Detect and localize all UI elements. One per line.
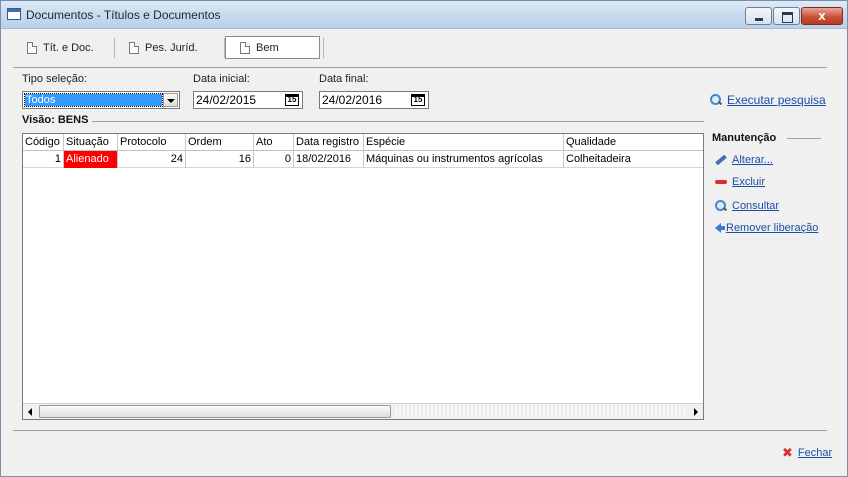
scroll-right-icon[interactable] — [694, 408, 698, 416]
alterar-button[interactable]: Alterar... — [715, 154, 773, 166]
window-icon — [7, 8, 21, 20]
cell-qualidade: Colheitadeira — [566, 153, 631, 165]
pencil-icon — [715, 154, 727, 166]
column-header[interactable]: Ato — [254, 134, 294, 151]
footer-divider — [13, 430, 827, 431]
visao-divider — [92, 121, 704, 122]
close-window-button[interactable]: x — [801, 7, 843, 25]
cell-ato: 0 — [254, 151, 294, 168]
column-header[interactable]: Data registro — [294, 134, 364, 151]
title-bar[interactable]: Documentos - Títulos e Documentos x — [1, 1, 847, 29]
alterar-label: Alterar... — [732, 154, 773, 166]
cell-especie: Máquinas ou instrumentos agrícolas — [364, 151, 564, 168]
remover-liberacao-label: Remover liberação — [726, 222, 819, 234]
data-final-field[interactable]: 24/02/2016 15 — [319, 91, 429, 109]
calendar-icon[interactable]: 15 — [285, 94, 299, 106]
magnifier-icon — [715, 200, 727, 212]
column-header[interactable]: Situação — [64, 134, 118, 151]
tipo-selecao-label: Tipo seleção: — [22, 73, 88, 85]
remover-liberacao-button[interactable]: Remover liberação — [715, 222, 818, 234]
cell-data-registro: 18/02/2016 — [294, 151, 364, 168]
cell-ordem: 16 — [186, 151, 254, 168]
document-icon — [240, 41, 250, 54]
tab-pes-jurid[interactable]: Pes. Juríd. — [115, 36, 223, 59]
executar-pesquisa-label: Executar pesquisa — [727, 93, 826, 107]
column-header[interactable]: Código — [23, 134, 64, 151]
cell-protocolo: 24 — [118, 151, 186, 168]
close-icon: x — [818, 8, 826, 23]
minimize-button[interactable] — [745, 7, 772, 25]
window-title: Documentos - Títulos e Documentos — [26, 8, 221, 22]
divider — [13, 67, 827, 68]
grid-header: Código Situação Protocolo Ordem Ato Data… — [23, 134, 703, 151]
excluir-label: Excluir — [732, 176, 766, 188]
document-icon — [129, 41, 139, 54]
column-header[interactable]: Espécie — [364, 134, 564, 151]
data-inicial-label: Data inicial: — [193, 73, 250, 85]
tab-bem[interactable]: Bem — [225, 36, 320, 59]
consultar-label: Consultar — [732, 200, 780, 212]
minus-icon — [715, 180, 727, 184]
calendar-icon[interactable]: 15 — [411, 94, 425, 106]
column-header[interactable]: Qualidade — [564, 134, 703, 151]
data-inicial-field[interactable]: 24/02/2015 15 — [193, 91, 303, 109]
column-header[interactable]: Protocolo — [118, 134, 186, 151]
tab-label: Tít. e Doc. — [43, 41, 94, 54]
scroll-thumb[interactable] — [39, 405, 391, 418]
column-header[interactable]: Ordem — [186, 134, 254, 151]
close-x-icon: ✖ — [782, 445, 793, 460]
chevron-down-icon[interactable] — [163, 93, 178, 107]
magnifier-icon — [710, 94, 722, 106]
bens-grid[interactable]: Código Situação Protocolo Ordem Ato Data… — [22, 133, 704, 420]
consultar-button[interactable]: Consultar — [715, 200, 779, 212]
cell-codigo: 1 — [23, 151, 64, 168]
tipo-selecao-select[interactable]: Todos — [22, 91, 180, 109]
maximize-button[interactable] — [773, 7, 800, 25]
tab-label: Bem — [256, 41, 279, 54]
tab-tit-doc[interactable]: Tít. e Doc. — [13, 36, 113, 59]
visao-title: Visão: BENS — [22, 114, 89, 126]
data-final-label: Data final: — [319, 73, 369, 85]
executar-pesquisa-link[interactable]: Executar pesquisa — [710, 93, 826, 107]
excluir-button[interactable]: Excluir — [715, 176, 765, 188]
manutencao-title: Manutenção — [712, 132, 777, 144]
tab-separator — [323, 38, 324, 58]
fechar-button[interactable]: ✖ Fechar — [782, 445, 833, 460]
main-window: Documentos - Títulos e Documentos x Tít.… — [0, 0, 848, 477]
scroll-track[interactable] — [393, 405, 685, 418]
back-arrow-icon — [715, 223, 725, 233]
tipo-selecao-value: Todos — [24, 93, 163, 107]
horizontal-scrollbar[interactable] — [23, 403, 703, 419]
data-final-value: 24/02/2016 — [322, 93, 383, 107]
manutencao-divider — [787, 138, 821, 139]
table-row[interactable]: 1 Alienado 24 16 0 18/02/2016 Máquinas o… — [23, 151, 703, 168]
cell-situacao: Alienado — [64, 151, 118, 168]
scroll-left-icon[interactable] — [28, 408, 32, 416]
data-inicial-value: 24/02/2015 — [196, 93, 257, 107]
fechar-label: Fechar — [797, 447, 833, 459]
tab-label: Pes. Juríd. — [145, 41, 198, 54]
document-icon — [27, 41, 37, 54]
